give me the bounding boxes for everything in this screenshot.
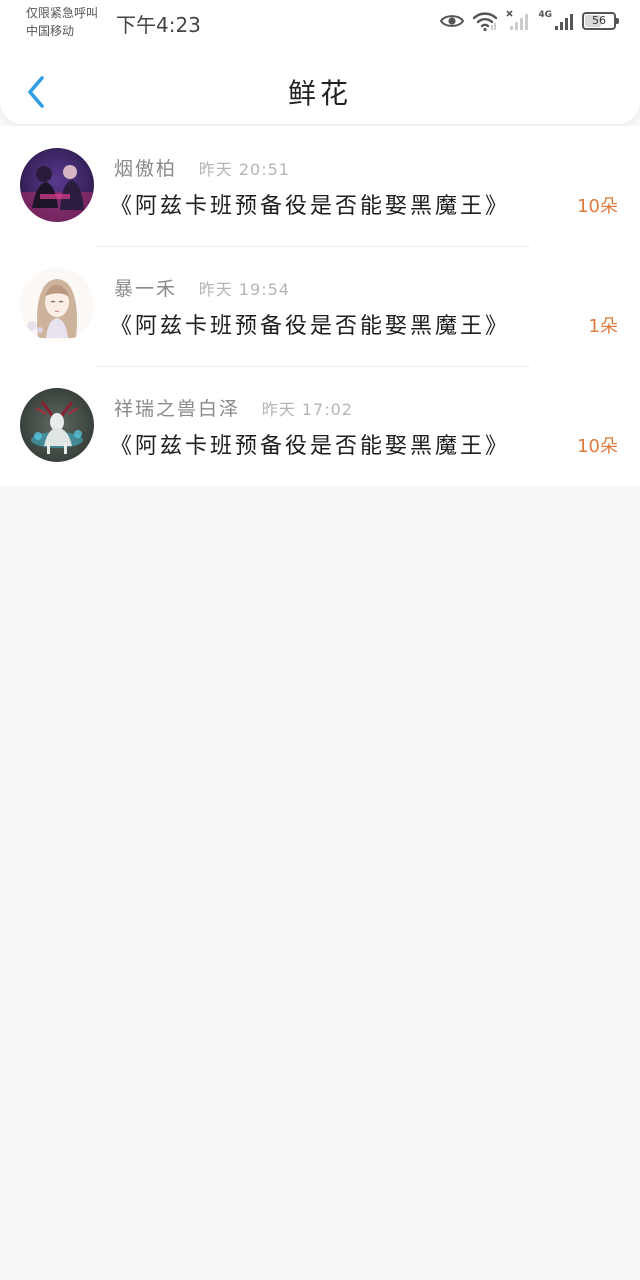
record-meta: 祥瑞之兽白泽 昨天 17:02 [114, 394, 353, 421]
eye-icon [440, 13, 465, 29]
user-name[interactable]: 祥瑞之兽白泽 [114, 398, 240, 420]
avatar[interactable] [20, 268, 94, 342]
record-time: 昨天 17:02 [261, 400, 353, 419]
status-time: 下午4:23 [116, 13, 201, 37]
record-time: 昨天 20:51 [198, 160, 290, 179]
carrier-info: 仅限紧急呼叫 中国移动 [26, 4, 98, 40]
record-meta: 暴一禾 昨天 19:54 [114, 274, 290, 301]
record-time: 昨天 19:54 [198, 280, 290, 299]
header-card: 仅限紧急呼叫 中国移动 下午4:23 4G 56 鲜花 [0, 0, 640, 124]
navigation-bar: 鲜花 [0, 60, 640, 122]
avatar[interactable] [20, 148, 94, 222]
flower-record-list: 烟傲柏 昨天 20:51 《阿兹卡班预备役是否能娶黑魔王》 10朵 暴一禾 昨天… [0, 126, 640, 486]
status-bar: 仅限紧急呼叫 中国移动 下午4:23 4G 56 [0, 0, 640, 44]
page-title: 鲜花 [287, 77, 352, 110]
carrier-name: 中国移动 [26, 24, 75, 38]
signal-bars-icon [506, 10, 530, 32]
user-name[interactable]: 暴一禾 [114, 278, 177, 300]
list-item[interactable]: 烟傲柏 昨天 20:51 《阿兹卡班预备役是否能娶黑魔王》 10朵 [0, 126, 640, 246]
battery-icon: 56 [582, 12, 619, 30]
flower-count: 1朵 [588, 316, 618, 337]
list-item[interactable]: 暴一禾 昨天 19:54 《阿兹卡班预备役是否能娶黑魔王》 1朵 [0, 246, 640, 366]
emergency-call-text: 仅限紧急呼叫 [26, 6, 99, 20]
status-icons: 4G 56 [440, 8, 619, 34]
flower-count: 10朵 [577, 196, 618, 217]
signal-4g-icon: 4G [538, 10, 574, 32]
list-item[interactable]: 祥瑞之兽白泽 昨天 17:02 《阿兹卡班预备役是否能娶黑魔王》 10朵 [0, 366, 640, 486]
work-title[interactable]: 《阿兹卡班预备役是否能娶黑魔王》 [110, 188, 510, 220]
record-meta: 烟傲柏 昨天 20:51 [114, 154, 290, 181]
work-title[interactable]: 《阿兹卡班预备役是否能娶黑魔王》 [110, 428, 510, 460]
flower-count: 10朵 [577, 436, 618, 457]
network-type-label: 4G [538, 10, 552, 20]
battery-level: 56 [592, 14, 606, 27]
wifi-icon [472, 10, 498, 32]
work-title[interactable]: 《阿兹卡班预备役是否能娶黑魔王》 [110, 308, 510, 340]
user-name[interactable]: 烟傲柏 [114, 158, 177, 180]
avatar[interactable] [20, 388, 94, 462]
